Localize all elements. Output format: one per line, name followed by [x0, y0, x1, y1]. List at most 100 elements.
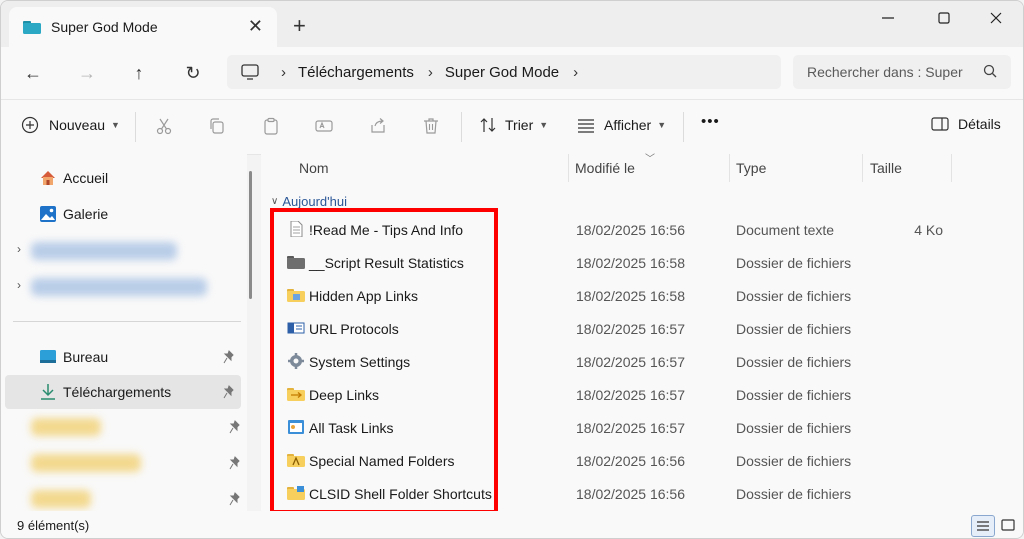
- computer-icon: [241, 64, 259, 80]
- status-bar: 9 élément(s): [1, 511, 1023, 538]
- blurred-cloud-item[interactable]: [31, 242, 177, 260]
- file-row[interactable]: CLSID Shell Folder Shortcuts 18/02/2025 1…: [271, 477, 1011, 510]
- file-size: 4 Ko: [914, 222, 943, 238]
- rename-button[interactable]: [314, 116, 334, 136]
- column-header-modified[interactable]: Modifié le: [575, 160, 635, 176]
- paste-button[interactable]: [261, 116, 281, 136]
- new-button[interactable]: Nouveau ▼: [21, 116, 120, 134]
- blurred-cloud-item[interactable]: [31, 278, 207, 296]
- pin-icon[interactable]: [229, 456, 241, 470]
- file-explorer-window: Super God Mode ✕ + ← → ↑ ↻ › Téléchargem…: [0, 0, 1024, 539]
- search-input[interactable]: Rechercher dans : Super God Mode: [793, 55, 1011, 89]
- column-header-size[interactable]: Taille: [870, 160, 902, 176]
- cut-button[interactable]: [154, 116, 174, 136]
- tab-close-button[interactable]: ✕: [248, 16, 263, 37]
- file-row[interactable]: __Script Result Statistics 18/02/2025 16:…: [271, 246, 1011, 279]
- chevron-right-icon: ›: [281, 63, 286, 81]
- breadcrumb-super-god-mode[interactable]: Super God Mode: [445, 64, 559, 81]
- column-header-name[interactable]: Nom: [299, 160, 329, 176]
- navigation-pane: Accueil Galerie › › Bureau Téléchargemen…: [1, 154, 247, 511]
- column-header-type[interactable]: Type: [736, 160, 766, 176]
- address-bar[interactable]: › Téléchargements › Super God Mode ›: [227, 55, 781, 89]
- file-row[interactable]: Hidden App Links 18/02/2025 16:58 Dossier …: [271, 279, 1011, 312]
- forward-button[interactable]: →: [73, 60, 101, 86]
- pin-icon[interactable]: [229, 492, 241, 506]
- pin-icon[interactable]: [229, 420, 241, 434]
- file-date: 18/02/2025 16:57: [576, 354, 685, 370]
- file-date: 18/02/2025 16:58: [576, 255, 685, 271]
- pin-icon[interactable]: [223, 350, 235, 364]
- details-view-button[interactable]: [971, 515, 995, 537]
- copy-button[interactable]: [207, 116, 227, 136]
- column-divider[interactable]: [862, 154, 863, 182]
- sidebar-item-label: Téléchargements: [63, 384, 172, 400]
- file-list-view: Nom ﹀ Modifié le Type Taille ∨ Aujourd'h…: [261, 154, 1023, 511]
- sidebar-item-gallery[interactable]: Galerie: [5, 197, 241, 231]
- chevron-right-icon[interactable]: ›: [17, 278, 21, 292]
- details-view-icon: [977, 521, 989, 531]
- maximize-button[interactable]: [921, 9, 967, 31]
- tiles-view-icon: [1001, 519, 1015, 531]
- group-header-today[interactable]: ∨ Aujourd'hui: [271, 194, 347, 209]
- breadcrumb-downloads[interactable]: Téléchargements: [298, 64, 414, 81]
- divider: [135, 112, 136, 142]
- file-row[interactable]: Special Named Folders 18/02/2025 16:56 Dos…: [271, 444, 1011, 477]
- minimize-button[interactable]: [865, 9, 911, 31]
- file-type: Dossier de fichiers: [736, 420, 852, 436]
- file-name: !Read Me - Tips And Info: [309, 222, 464, 238]
- home-icon: [41, 171, 55, 185]
- sort-icon: [480, 118, 496, 132]
- maximize-icon: [938, 12, 950, 24]
- sort-button[interactable]: Trier ▼: [479, 116, 548, 134]
- chevron-right-icon[interactable]: ›: [17, 242, 21, 256]
- share-icon: [371, 118, 385, 133]
- back-button[interactable]: ←: [19, 60, 47, 86]
- pin-icon[interactable]: [223, 385, 235, 399]
- file-date: 18/02/2025 16:57: [576, 387, 685, 403]
- close-button[interactable]: [973, 9, 1019, 31]
- more-options-button[interactable]: •••: [701, 113, 720, 130]
- dark-folder-icon: [287, 254, 305, 270]
- file-name: All Task Links: [309, 420, 394, 436]
- chevron-down-icon: ∨: [271, 196, 279, 207]
- new-tab-button[interactable]: +: [293, 15, 306, 37]
- file-type: Dossier de fichiers: [736, 453, 852, 469]
- share-button[interactable]: [368, 116, 388, 136]
- file-row[interactable]: Deep Links 18/02/2025 16:57 Dossier de fic…: [271, 378, 1011, 411]
- up-button[interactable]: ↑: [125, 60, 153, 86]
- sidebar-item-home[interactable]: Accueil: [5, 161, 241, 195]
- sidebar-item-downloads[interactable]: Téléchargements: [5, 375, 241, 409]
- details-pane-button[interactable]: Détails: [931, 116, 1001, 132]
- chevron-down-icon: ▼: [111, 120, 120, 130]
- blurred-pinned-folder[interactable]: [31, 490, 91, 508]
- file-row[interactable]: URL Protocols 18/02/2025 16:57 Dossier de …: [271, 312, 1011, 345]
- view-button[interactable]: Afficher ▼: [577, 116, 666, 134]
- download-icon: [41, 384, 55, 400]
- file-name: URL Protocols: [309, 321, 399, 337]
- file-name: Deep Links: [309, 387, 380, 403]
- delete-button[interactable]: [421, 116, 441, 136]
- file-row[interactable]: System Settings 18/02/2025 16:57 Dossier d…: [271, 345, 1011, 378]
- file-date: 18/02/2025 16:56: [576, 453, 685, 469]
- column-divider[interactable]: [729, 154, 730, 182]
- file-row[interactable]: !Read Me - Tips And Info 18/02/2025 16:56…: [271, 213, 1011, 246]
- new-label: Nouveau: [49, 117, 106, 133]
- tiles-view-button[interactable]: [997, 515, 1019, 535]
- divider: [683, 112, 684, 142]
- sort-label: Trier: [505, 117, 534, 133]
- rename-icon: [315, 120, 333, 132]
- minimize-icon: [882, 17, 894, 19]
- sidebar-scrollbar[interactable]: [249, 171, 252, 299]
- tab-super-god-mode[interactable]: Super God Mode ✕: [9, 7, 277, 47]
- sidebar-item-desktop[interactable]: Bureau: [5, 340, 241, 374]
- chevron-down-icon: ▼: [657, 120, 667, 130]
- file-row[interactable]: All Task Links 18/02/2025 16:57 Dossier de…: [271, 411, 1011, 444]
- chevron-right-icon[interactable]: ›: [573, 64, 578, 81]
- file-type: Dossier de fichiers: [736, 255, 852, 271]
- column-divider[interactable]: [951, 154, 952, 182]
- column-divider[interactable]: [568, 154, 569, 182]
- blurred-pinned-folder[interactable]: [31, 418, 101, 436]
- blurred-pinned-folder[interactable]: [31, 454, 141, 472]
- refresh-button[interactable]: ↻: [179, 60, 207, 86]
- chevron-right-icon: ›: [427, 63, 433, 81]
